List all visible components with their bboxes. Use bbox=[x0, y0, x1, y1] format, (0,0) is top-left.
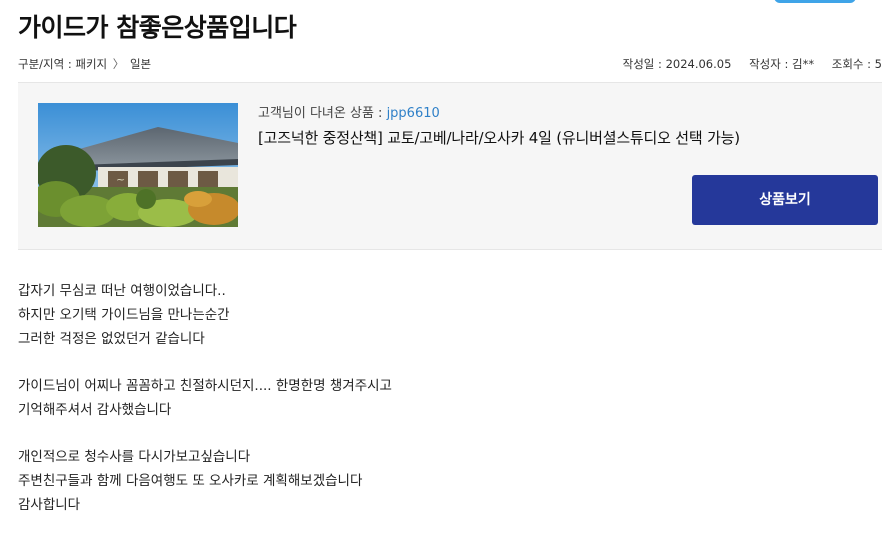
product-code-line: 고객님이 다녀온 상품 : jpp6610 bbox=[258, 102, 440, 121]
post-author: 작성자 : 김** bbox=[749, 57, 815, 71]
review-text-line: 감사합니다 bbox=[18, 497, 81, 513]
japanese-garden-photo-icon: ~ bbox=[38, 103, 238, 227]
svg-text:~: ~ bbox=[116, 173, 125, 186]
review-text-line: 하지만 오기택 가이드님을 만나는순간 bbox=[18, 307, 230, 323]
review-text-line: 그러한 걱정은 없었던거 같습니다 bbox=[18, 331, 205, 347]
meta-row: 구분/지역 : 패키지 〉 일본 작성일 : 2024.06.05 작성자 : … bbox=[18, 56, 882, 74]
review-body: 갑자기 무심코 떠난 여행이었습니다.. 하지만 오기택 가이드님을 만나는순간그… bbox=[18, 279, 392, 517]
top-action-button[interactable] bbox=[774, 0, 856, 3]
category-prefix: 구분/지역 : 패키지 bbox=[18, 57, 108, 71]
post-date: 작성일 : 2024.06.05 bbox=[622, 57, 732, 71]
page-title: 가이드가 참좋은상품입니다 bbox=[18, 13, 297, 42]
post-views: 조회수 : 5 bbox=[831, 57, 882, 71]
review-text-line: 기억해주셔서 감사했습니다 bbox=[18, 402, 172, 418]
category-region: 일본 bbox=[129, 57, 152, 71]
chevron-right-icon: 〉 bbox=[112, 57, 125, 71]
product-card: ~ 고객님이 다녀온 상품 : jpp6610 [고즈넉한 중정산책] 교토/고… bbox=[18, 82, 882, 250]
review-text-line: 가이드님이 어찌나 꼼꼼하고 친절하시던지.... 한명한명 챙겨주시고 bbox=[18, 378, 392, 394]
review-page: 가이드가 참좋은상품입니다 구분/지역 : 패키지 〉 일본 작성일 : 202… bbox=[0, 0, 882, 545]
review-text-line: 갑자기 무심코 떠난 여행이었습니다.. bbox=[18, 283, 226, 299]
review-text-line: 주변친구들과 함께 다음여행도 또 오사카로 계획해보겠습니다 bbox=[18, 473, 363, 489]
product-code[interactable]: jpp6610 bbox=[387, 106, 440, 121]
review-text-line: 개인적으로 청수사를 다시가보고싶습니다 bbox=[18, 449, 251, 465]
product-name[interactable]: [고즈넉한 중정산책] 교토/고베/나라/오사카 4일 (유니버셜스튜디오 선택… bbox=[258, 127, 740, 148]
product-thumbnail[interactable]: ~ bbox=[38, 103, 238, 227]
category-breadcrumb: 구분/지역 : 패키지 〉 일본 bbox=[18, 56, 151, 72]
product-code-label: 고객님이 다녀온 상품 : bbox=[258, 106, 387, 121]
post-info: 작성일 : 2024.06.05 작성자 : 김** 조회수 : 5 bbox=[623, 56, 882, 72]
view-product-button[interactable]: 상품보기 bbox=[692, 175, 878, 225]
